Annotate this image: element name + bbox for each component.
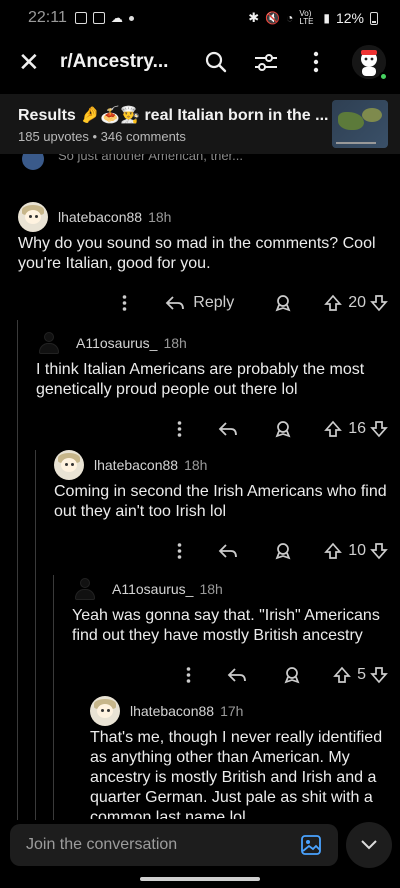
more-options-icon[interactable] bbox=[177, 421, 182, 437]
comment-time: 18h bbox=[184, 457, 208, 473]
thread-line bbox=[17, 320, 18, 820]
downvote-icon[interactable] bbox=[370, 542, 388, 560]
network-label: Vo) LTE bbox=[299, 9, 314, 26]
online-status-dot bbox=[379, 72, 388, 81]
comment-body: Yeah was gonna say that. "Irish" America… bbox=[72, 607, 380, 644]
comment-score: 20 bbox=[348, 294, 366, 311]
comment-time: 18h bbox=[199, 581, 223, 597]
award-icon[interactable] bbox=[274, 420, 292, 438]
avatar[interactable] bbox=[54, 450, 84, 480]
comment-score: 16 bbox=[348, 420, 366, 437]
status-bar: 22:11 ☁ ✱ 🔇 ◔ Vo) LTE ▮ 12% bbox=[0, 0, 400, 36]
avatar[interactable] bbox=[36, 330, 62, 356]
comment-score: 10 bbox=[348, 542, 366, 559]
more-options-icon[interactable] bbox=[186, 667, 191, 683]
more-options-icon[interactable] bbox=[177, 543, 182, 559]
comment: A11osaurus_ 18h Yeah was gonna say that.… bbox=[72, 572, 388, 690]
post-meta: 185 upvotes • 346 comments bbox=[18, 129, 332, 144]
top-header: ✕ r/Ancestry... bbox=[0, 36, 400, 88]
comment: lhatebacon88 18h Why do you sound so mad… bbox=[18, 200, 388, 318]
more-options-icon[interactable] bbox=[122, 295, 127, 311]
comment-username[interactable]: lhatebacon88 bbox=[94, 457, 178, 473]
signal-icon: ▮ bbox=[323, 11, 330, 25]
comment-time: 18h bbox=[148, 209, 172, 225]
comment-count: 346 comments bbox=[100, 128, 186, 144]
home-indicator[interactable] bbox=[140, 877, 260, 881]
comment-body: Coming in second the Irish Americans who… bbox=[54, 483, 387, 520]
downvote-icon[interactable] bbox=[370, 294, 388, 312]
downvote-icon[interactable] bbox=[370, 666, 388, 684]
comment: lhatebacon88 18h Coming in second the Ir… bbox=[54, 448, 388, 566]
comment-body: That's me, though I never really identif… bbox=[90, 729, 383, 819]
subreddit-name[interactable]: r/Ancestry... bbox=[60, 51, 168, 73]
battery-icon bbox=[370, 11, 378, 25]
collapsed-comment-peek: So just another American, ther... bbox=[0, 154, 400, 172]
comment-username[interactable]: lhatebacon88 bbox=[58, 209, 142, 225]
downvote-icon[interactable] bbox=[370, 420, 388, 438]
reply-icon[interactable] bbox=[218, 543, 238, 559]
battery-level: 12% bbox=[335, 10, 364, 26]
cloud-icon: ☁ bbox=[110, 11, 123, 25]
add-image-icon[interactable] bbox=[300, 834, 322, 856]
post-title: Results 🤌🍝👨‍🍳 real Italian born in the .… bbox=[18, 106, 329, 124]
reply-label: Reply bbox=[193, 294, 235, 311]
peek-preview: So just another American, ther... bbox=[58, 154, 243, 163]
comment: A11osaurus_ 18h I think Italian American… bbox=[36, 326, 388, 444]
screenshot-icon bbox=[74, 12, 87, 24]
bluetooth-icon: ✱ bbox=[248, 10, 260, 25]
notification-dot-icon bbox=[128, 15, 134, 21]
comment-time: 18h bbox=[163, 335, 187, 351]
chevron-down-icon bbox=[361, 840, 377, 850]
wifi-icon: ◔ bbox=[286, 11, 294, 25]
meta-separator: • bbox=[92, 128, 98, 144]
close-icon[interactable]: ✕ bbox=[18, 49, 46, 75]
comment: lhatebacon88 17h That's me, though I nev… bbox=[90, 694, 388, 819]
more-options-icon[interactable] bbox=[302, 48, 330, 76]
reply-icon[interactable] bbox=[227, 667, 247, 683]
avatar[interactable] bbox=[72, 576, 98, 602]
gallery-icon bbox=[92, 12, 105, 24]
filter-sort-icon[interactable] bbox=[252, 48, 280, 76]
join-conversation-input[interactable] bbox=[26, 836, 300, 854]
upvote-icon[interactable] bbox=[333, 666, 351, 684]
avatar[interactable] bbox=[18, 202, 48, 232]
user-avatar[interactable] bbox=[352, 45, 388, 81]
search-icon[interactable] bbox=[202, 48, 230, 76]
reply-button[interactable]: Reply bbox=[165, 294, 234, 312]
reply-icon[interactable] bbox=[218, 421, 238, 437]
comment-body: I think Italian Americans are probably t… bbox=[36, 361, 365, 398]
collapse-button[interactable] bbox=[346, 822, 392, 868]
upvote-count: 185 upvotes bbox=[18, 128, 89, 144]
award-icon[interactable] bbox=[274, 542, 292, 560]
thread-line bbox=[53, 575, 54, 820]
avatar[interactable] bbox=[90, 696, 120, 726]
upvote-icon[interactable] bbox=[324, 542, 343, 560]
comment-body: Why do you sound so mad in the comments?… bbox=[18, 235, 376, 272]
award-icon[interactable] bbox=[283, 666, 301, 684]
upvote-icon[interactable] bbox=[324, 420, 343, 438]
post-banner[interactable]: Results 🤌🍝👨‍🍳 real Italian born in the .… bbox=[0, 94, 400, 154]
comment-time: 17h bbox=[220, 703, 244, 719]
comment-score: 5 bbox=[357, 666, 366, 683]
upvote-icon[interactable] bbox=[324, 294, 343, 312]
comment-username[interactable]: lhatebacon88 bbox=[130, 703, 214, 719]
status-time: 22:11 bbox=[28, 9, 67, 26]
comment-username[interactable]: A11osaurus_ bbox=[76, 335, 157, 351]
comment-username[interactable]: A11osaurus_ bbox=[112, 581, 193, 597]
avatar bbox=[22, 154, 44, 170]
post-thumbnail[interactable] bbox=[332, 100, 388, 148]
thread-line bbox=[35, 450, 36, 820]
mute-icon: 🔇 bbox=[265, 11, 281, 25]
award-icon[interactable] bbox=[274, 294, 292, 312]
comment-composer[interactable] bbox=[10, 824, 338, 866]
